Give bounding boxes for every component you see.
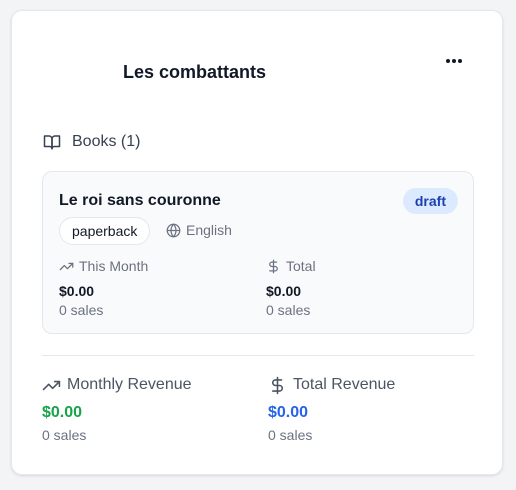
- total-revenue-label: Total Revenue: [293, 376, 396, 393]
- trending-up-icon: [42, 380, 61, 390]
- dollar-icon: [269, 259, 278, 273]
- divider: [42, 355, 474, 356]
- series-card: Les combattants Books (1) Le roi sans co…: [11, 10, 503, 475]
- series-title: Les combattants: [123, 62, 267, 82]
- monthly-revenue-label: Monthly Revenue: [67, 376, 192, 393]
- language-label: English: [186, 222, 232, 238]
- this-month-label: This Month: [79, 258, 149, 274]
- monthly-revenue: Monthly Revenue $0.00 0 sales: [42, 374, 192, 443]
- books-count-label: Books (1): [72, 133, 141, 150]
- status-badge: draft: [402, 188, 458, 214]
- trending-up-icon: [59, 262, 74, 270]
- globe-icon: [166, 223, 181, 237]
- total-sales: 0 sales: [266, 302, 311, 318]
- total-metric: Total $0.00 0 sales: [266, 257, 316, 318]
- more-dot-icon: [458, 59, 462, 63]
- book-card[interactable]: Le roi sans couronne draft paperback Eng…: [42, 171, 474, 334]
- this-month-amount: $0.00: [59, 283, 95, 299]
- language-info: English: [166, 222, 232, 238]
- monthly-revenue-amount: $0.00: [42, 404, 83, 421]
- total-label: Total: [286, 258, 316, 274]
- this-month-metric: This Month $0.00 0 sales: [59, 257, 148, 318]
- monthly-revenue-sales: 0 sales: [42, 427, 87, 443]
- dollar-icon: [271, 376, 283, 394]
- book-open-icon: [43, 135, 61, 150]
- total-revenue-amount: $0.00: [268, 404, 309, 421]
- total-revenue: Total Revenue $0.00 0 sales: [268, 374, 395, 443]
- more-dot-icon: [446, 59, 450, 63]
- more-dot-icon: [452, 59, 456, 63]
- book-title: Le roi sans couronne: [59, 192, 221, 209]
- this-month-sales: 0 sales: [59, 302, 104, 318]
- total-amount: $0.00: [266, 283, 302, 299]
- total-revenue-sales: 0 sales: [268, 427, 313, 443]
- format-badge: paperback: [59, 217, 151, 245]
- books-section-header: Books (1): [42, 133, 140, 151]
- more-options-button[interactable]: [440, 49, 468, 73]
